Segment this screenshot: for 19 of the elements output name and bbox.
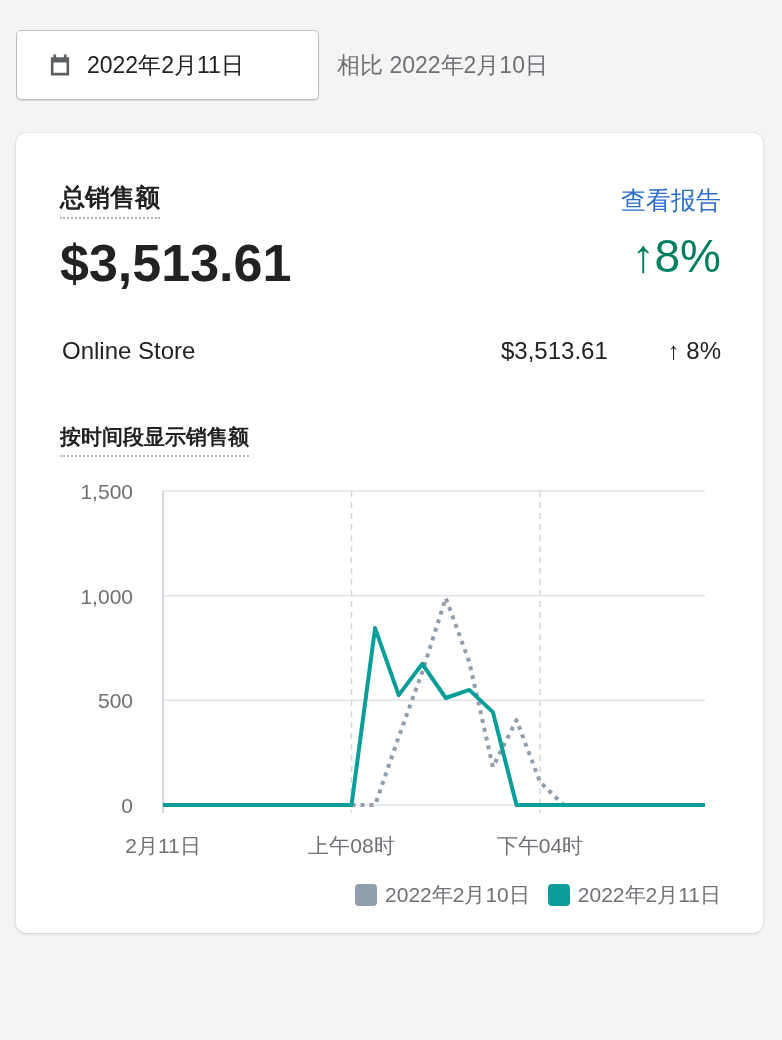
channel-name: Online Store <box>61 337 197 365</box>
channel-amount: $3,513.61 <box>501 337 609 365</box>
comparison-date: 相比 2022年2月10日 <box>337 50 548 80</box>
x-axis-label: 上午08时 <box>308 834 395 857</box>
y-axis-label: 1,500 <box>80 480 133 503</box>
legend-label: 2022年2月11日 <box>577 882 721 908</box>
view-report-link[interactable]: 查看报告 <box>621 183 721 217</box>
card-title: 总销售额 <box>60 181 160 219</box>
x-axis-label: 下午04时 <box>496 834 584 857</box>
channel-change: ↑ 8% <box>667 337 721 364</box>
x-axis-label: 2月11日 <box>125 834 201 857</box>
total-sales-value: $3,513.61 <box>60 233 292 293</box>
change-percent: ↑8% <box>631 229 721 283</box>
chart-title: 按时间段显示销售额 <box>60 423 249 457</box>
y-axis-label: 1,000 <box>80 584 133 608</box>
legend-label: 2022年2月10日 <box>385 882 530 908</box>
y-axis-label: 0 <box>121 794 133 817</box>
y-axis-label: 500 <box>97 689 133 713</box>
date-picker-button[interactable]: 2022年2月11日 <box>16 30 319 100</box>
